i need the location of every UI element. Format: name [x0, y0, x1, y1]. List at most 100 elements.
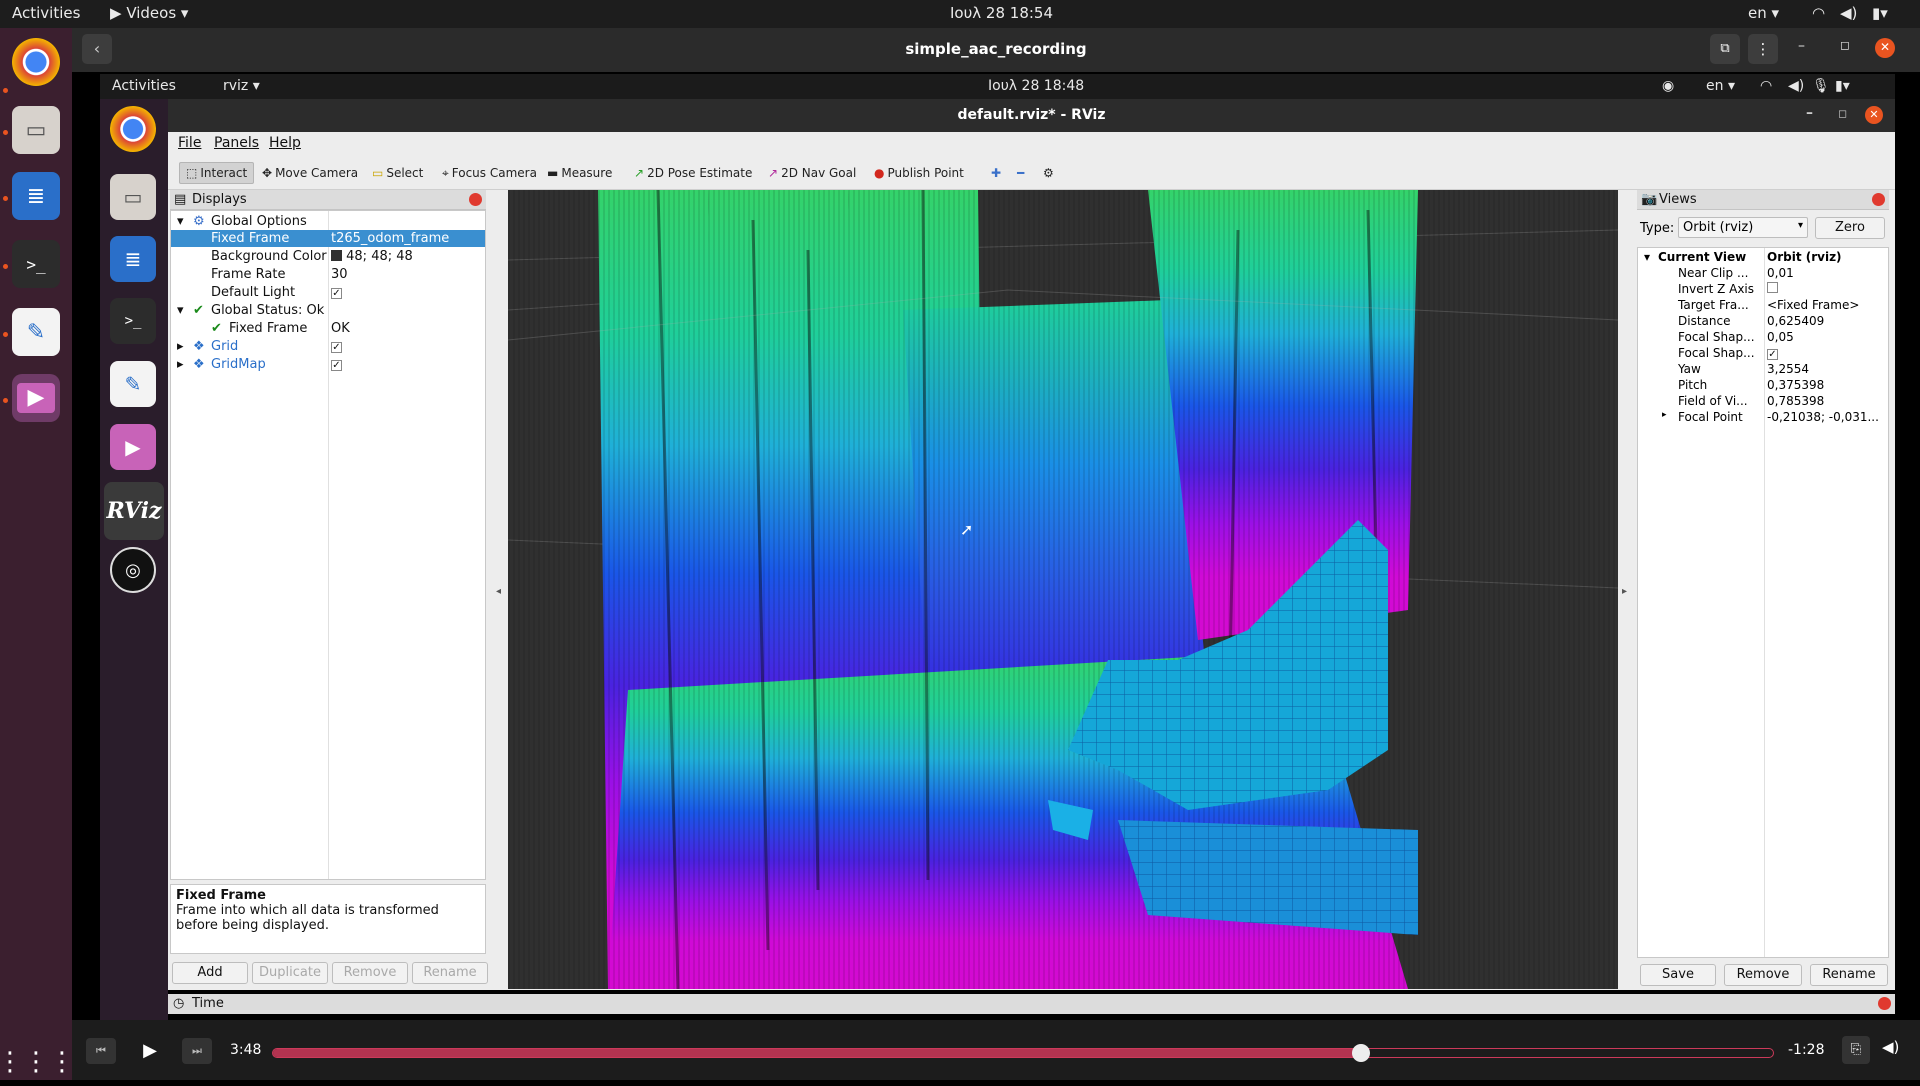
view-prop-row[interactable]: Focal Shap... ✓: [1638, 346, 1888, 362]
tool-2d-pose-estimate[interactable]: ↗ 2D Pose Estimate: [628, 162, 758, 184]
inner-chrome-icon[interactable]: [110, 106, 156, 152]
row-value-wrap[interactable]: 48; 48; 48: [331, 249, 413, 264]
files-icon[interactable]: ▭: [12, 106, 60, 154]
inner-obs-icon[interactable]: ◎: [110, 547, 156, 593]
row-value[interactable]: t265_odom_frame: [331, 231, 449, 246]
menu-button[interactable]: ⋮: [1748, 34, 1778, 64]
view-prop-row[interactable]: Pitch 0,375398: [1638, 378, 1888, 394]
inner-record-icon[interactable]: ◉: [1662, 78, 1674, 94]
current-view-row[interactable]: ▾ Current View Orbit (rviz): [1638, 250, 1888, 266]
tool-focus-camera[interactable]: ⌖ Focus Camera: [436, 162, 543, 184]
tree-row-status-fixed-frame[interactable]: ✔ Fixed Frame OK: [171, 320, 485, 337]
inner-files-icon[interactable]: ▭: [110, 174, 156, 220]
tool-2d-nav-goal[interactable]: ↗ 2D Nav Goal: [762, 162, 862, 184]
zero-button[interactable]: Zero: [1815, 217, 1885, 239]
tree-row-global-options[interactable]: ▾ ⚙ Global Options: [171, 213, 485, 230]
tool-move-camera[interactable]: ✥ Move Camera: [256, 162, 364, 184]
views-close-icon[interactable]: [1872, 193, 1885, 206]
view-prop-row[interactable]: Distance 0,625409: [1638, 314, 1888, 330]
show-apps-icon[interactable]: ⋮⋮⋮: [0, 1038, 75, 1086]
activities-button[interactable]: Activities: [12, 4, 80, 22]
play-button[interactable]: ▶: [134, 1036, 166, 1066]
tree-row-frame-rate[interactable]: Frame Rate 30: [171, 266, 485, 283]
prop-value[interactable]: 0,785398: [1767, 394, 1824, 408]
displays-close-icon[interactable]: [469, 193, 482, 206]
volume-icon[interactable]: ◀): [1840, 4, 1857, 22]
view-prop-row[interactable]: Invert Z Axis: [1638, 282, 1888, 298]
battery-icon[interactable]: ▮▾: [1872, 4, 1888, 22]
tree-row-background-color[interactable]: Background Color 48; 48; 48: [171, 248, 485, 265]
expand-arrow-icon[interactable]: ▸: [177, 339, 184, 354]
maximize-button[interactable]: ◻: [1840, 38, 1850, 52]
tree-row-grid[interactable]: ▸ ❖ Grid ✓: [171, 338, 485, 355]
focal-shape-checkbox[interactable]: ✓: [1767, 349, 1778, 360]
subtitle-icon[interactable]: ⎘: [1842, 1036, 1870, 1064]
tree-row-default-light[interactable]: Default Light ✓: [171, 284, 485, 301]
inner-mic-icon[interactable]: 🎙: [1812, 78, 1830, 94]
volume-icon[interactable]: ◀): [1882, 1038, 1899, 1056]
text-editor-icon[interactable]: ✎: [12, 308, 60, 356]
prop-value[interactable]: -0,21038; -0,031...: [1767, 410, 1879, 424]
seek-handle[interactable]: [1351, 1044, 1370, 1062]
invert-z-checkbox[interactable]: [1767, 282, 1778, 293]
chrome-icon[interactable]: [12, 38, 60, 86]
inner-terminal-icon[interactable]: >_: [110, 298, 156, 344]
tool-select[interactable]: ▭ Select: [366, 162, 429, 184]
tool-properties-icon[interactable]: ⚙: [1037, 162, 1060, 184]
videos-icon[interactable]: ▶: [12, 374, 60, 422]
inner-text-editor-icon[interactable]: ✎: [110, 361, 156, 407]
writer-icon[interactable]: ≣: [12, 172, 60, 220]
view-prop-row[interactable]: Yaw 3,2554: [1638, 362, 1888, 378]
inner-app-menu[interactable]: rviz ▾: [223, 78, 260, 94]
minimize-button[interactable]: –: [1798, 38, 1805, 54]
tool-measure[interactable]: ▬ Measure: [541, 162, 618, 184]
view-prop-row[interactable]: Field of Vi... 0,785398: [1638, 394, 1888, 410]
view-type-select[interactable]: Orbit (rviz) ▾: [1678, 217, 1808, 238]
prop-value[interactable]: <Fixed Frame>: [1767, 298, 1859, 312]
default-light-checkbox[interactable]: ✓: [331, 288, 342, 299]
inner-wifi-icon[interactable]: ◠: [1760, 78, 1772, 94]
tree-row-fixed-frame[interactable]: Fixed Frame t265_odom_frame: [171, 230, 485, 247]
views-tree[interactable]: ▾ Current View Orbit (rviz) Near Clip ..…: [1637, 247, 1889, 958]
add-display-button[interactable]: Add: [172, 962, 248, 984]
3d-render-view[interactable]: ➚: [508, 190, 1618, 989]
tree-row-gridmap[interactable]: ▸ ❖ GridMap ✓: [171, 356, 485, 373]
tool-interact[interactable]: ⬚ Interact: [179, 162, 255, 184]
gridmap-checkbox[interactable]: ✓: [331, 360, 342, 371]
fullscreen-button[interactable]: ⧉: [1710, 34, 1740, 64]
inner-clock[interactable]: Ιουλ 28 18:48: [988, 78, 1084, 94]
close-button[interactable]: ✕: [1875, 38, 1895, 58]
expand-arrow-icon[interactable]: ▾: [177, 303, 184, 318]
wifi-icon[interactable]: ◠: [1812, 4, 1825, 22]
time-close-icon[interactable]: [1878, 997, 1891, 1010]
view-prop-row[interactable]: Near Clip ... 0,01: [1638, 266, 1888, 282]
expand-arrow-icon[interactable]: ▾: [1644, 250, 1650, 264]
expand-arrow-icon[interactable]: ▾: [177, 214, 184, 229]
inner-writer-icon[interactable]: ≣: [110, 236, 156, 282]
grid-checkbox[interactable]: ✓: [331, 342, 342, 353]
inner-volume-icon[interactable]: ◀): [1788, 78, 1804, 94]
save-view-button[interactable]: Save: [1640, 964, 1716, 986]
collapse-right-icon[interactable]: ▸: [1622, 586, 1627, 597]
view-prop-row[interactable]: Target Fra... <Fixed Frame>: [1638, 298, 1888, 314]
add-tool-icon[interactable]: ✚: [985, 162, 1007, 184]
app-menu[interactable]: ▶ Videos ▾: [110, 4, 188, 22]
duplicate-display-button[interactable]: Duplicate: [252, 962, 328, 984]
tree-row-global-status[interactable]: ▾ ✔ Global Status: Ok: [171, 302, 485, 319]
rename-display-button[interactable]: Rename: [412, 962, 488, 984]
remove-display-button[interactable]: Remove: [332, 962, 408, 984]
previous-button[interactable]: ⏮: [86, 1038, 116, 1064]
tool-publish-point[interactable]: ● Publish Point: [868, 162, 970, 184]
expand-arrow-icon[interactable]: ▸: [177, 357, 184, 372]
row-value[interactable]: 30: [331, 267, 348, 282]
view-prop-row[interactable]: Focal Shap... 0,05: [1638, 330, 1888, 346]
menu-help[interactable]: Help: [269, 135, 301, 151]
rename-view-button[interactable]: Rename: [1810, 964, 1888, 986]
prop-value[interactable]: 0,05: [1767, 330, 1794, 344]
next-button[interactable]: ⏭: [182, 1038, 212, 1064]
inner-activities[interactable]: Activities: [112, 78, 176, 94]
prop-value[interactable]: 0,625409: [1767, 314, 1824, 328]
remove-view-button[interactable]: Remove: [1724, 964, 1802, 986]
inner-battery-icon[interactable]: ▮▾: [1835, 78, 1850, 94]
rviz-maximize-button[interactable]: ◻: [1838, 107, 1847, 120]
